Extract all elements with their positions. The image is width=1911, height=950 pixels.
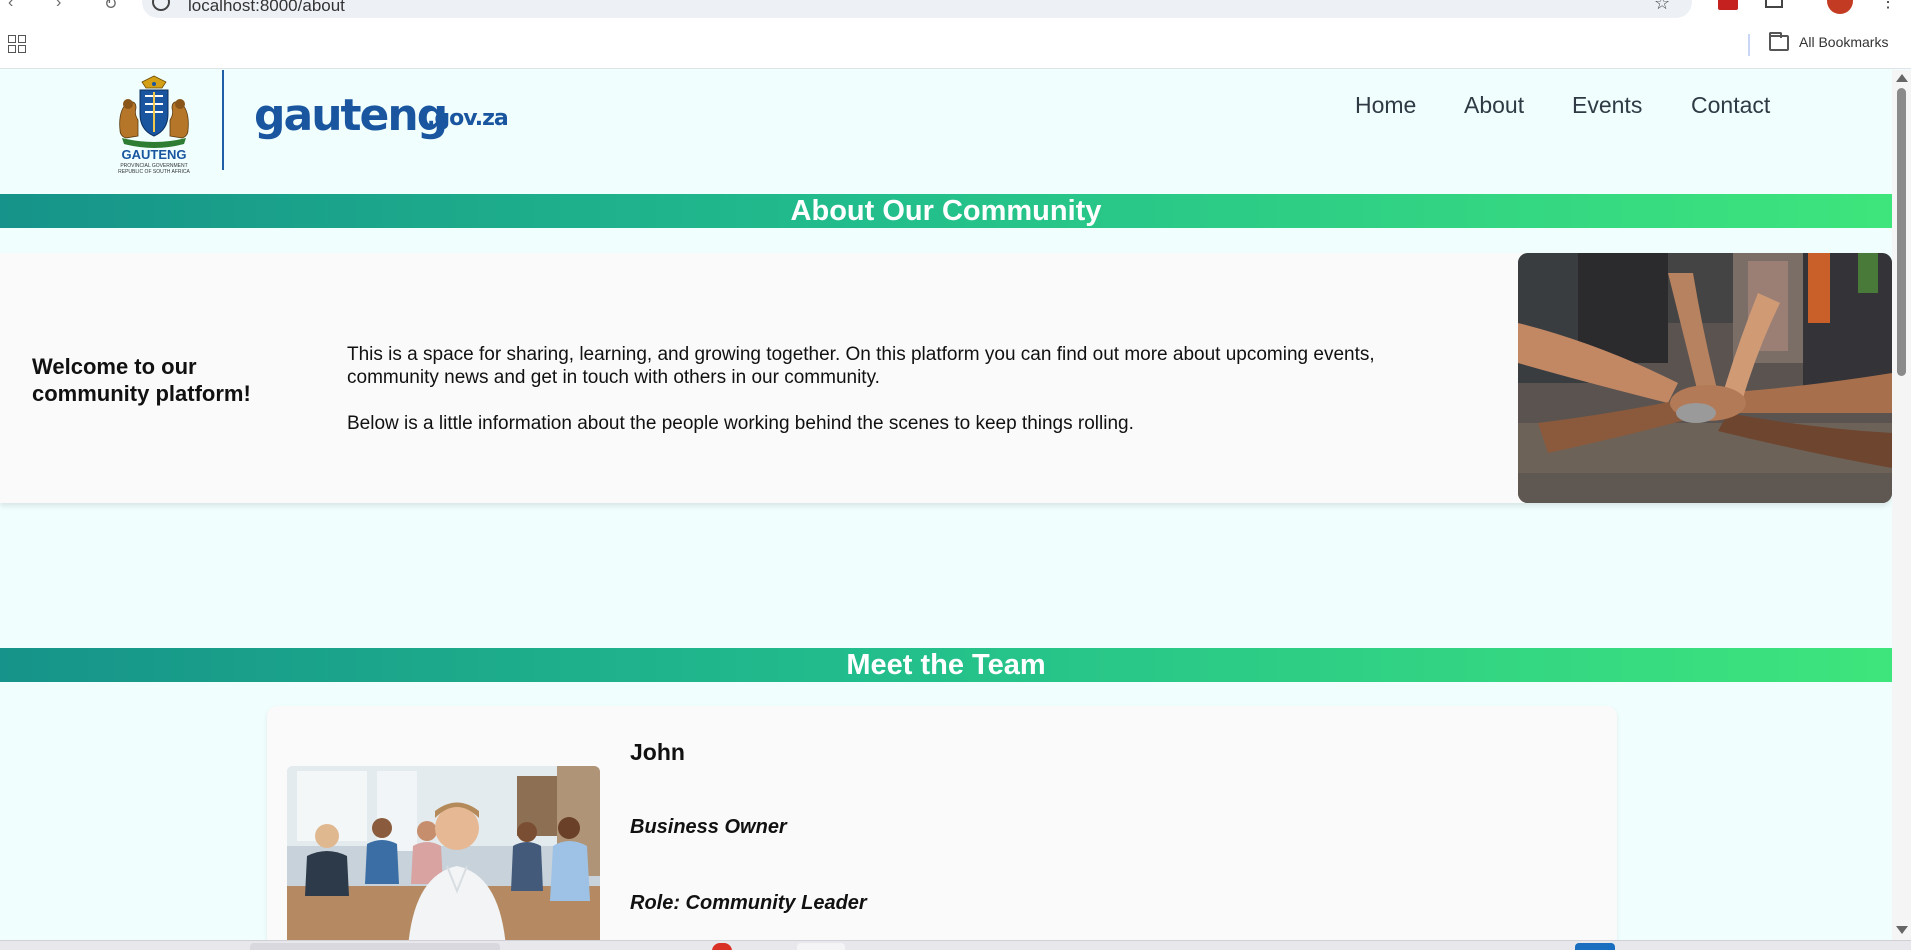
scroll-thumb[interactable] (1897, 88, 1906, 376)
nav-link-events[interactable]: Events (1572, 92, 1642, 119)
taskbar-app-icon[interactable] (1575, 943, 1615, 950)
back-icon[interactable]: ‹ (8, 0, 13, 12)
community-hands-image (1518, 253, 1892, 503)
address-bar[interactable] (142, 0, 1692, 18)
taskbar-app-icon[interactable] (712, 943, 732, 950)
page-viewport: GAUTENG PROVINCIAL GOVERNMENT REPUBLIC O… (0, 70, 1892, 940)
folder-icon[interactable] (1769, 32, 1789, 51)
taskbar-item[interactable] (797, 943, 845, 950)
extensions-icon[interactable] (1765, 0, 1783, 8)
member-title: Business Owner (630, 816, 787, 838)
about-paragraph-2: Below is a little information about the … (347, 413, 1134, 434)
bookmarks-separator (1748, 34, 1750, 56)
about-text: This is a space for sharing, learning, a… (347, 343, 1457, 435)
about-paragraph-1: This is a space for sharing, learning, a… (347, 344, 1375, 388)
reload-icon[interactable]: ↻ (104, 0, 117, 14)
apps-grid-icon[interactable] (8, 35, 26, 53)
browser-toolbar: ‹ › ↻ localhost:8000/about ☆ ⋮ (0, 0, 1911, 20)
gauteng-wordmark-suffix[interactable]: .gov.za (427, 106, 509, 131)
nav-link-home[interactable]: Home (1355, 92, 1416, 119)
all-bookmarks-link[interactable]: All Bookmarks (1799, 34, 1888, 50)
nav-link-about[interactable]: About (1464, 92, 1524, 119)
logo-divider (222, 70, 224, 170)
logo-sub-text-2: REPUBLIC OF SOUTH AFRICA (118, 169, 190, 175)
taskbar-item[interactable] (250, 943, 500, 950)
taskbar (0, 940, 1911, 950)
browser-menu-icon[interactable]: ⋮ (1880, 0, 1896, 12)
page-scrollbar[interactable] (1892, 70, 1911, 940)
team-section-heading: Meet the Team (0, 648, 1892, 682)
about-card: Welcome to our community platform! This … (0, 253, 1892, 503)
forward-icon[interactable]: › (56, 0, 61, 12)
member-name: John (630, 739, 685, 765)
profile-avatar[interactable] (1827, 0, 1853, 14)
welcome-heading: Welcome to our community platform! (32, 354, 251, 406)
team-member-card: John Business Owner Role: Community Lead… (267, 706, 1617, 940)
member-role: Role: Community Leader (630, 892, 867, 914)
bookmark-star-icon[interactable]: ☆ (1654, 0, 1670, 14)
bookmarks-bar: All Bookmarks (0, 20, 1911, 69)
gauteng-crest-logo[interactable]: GAUTENG PROVINCIAL GOVERNMENT REPUBLIC O… (114, 74, 194, 176)
nav-link-contact[interactable]: Contact (1691, 92, 1770, 119)
logo-name-text: GAUTENG (122, 147, 187, 162)
about-section-heading: About Our Community (0, 194, 1892, 228)
scroll-down-arrow-icon[interactable] (1896, 926, 1908, 934)
site-header: GAUTENG PROVINCIAL GOVERNMENT REPUBLIC O… (0, 70, 1892, 178)
scroll-up-arrow-icon[interactable] (1896, 74, 1908, 82)
gauteng-wordmark[interactable]: gauteng (254, 90, 448, 141)
url-text[interactable]: localhost:8000/about (188, 0, 345, 16)
pdf-extension-icon[interactable] (1718, 0, 1738, 10)
john-photo (287, 766, 600, 940)
